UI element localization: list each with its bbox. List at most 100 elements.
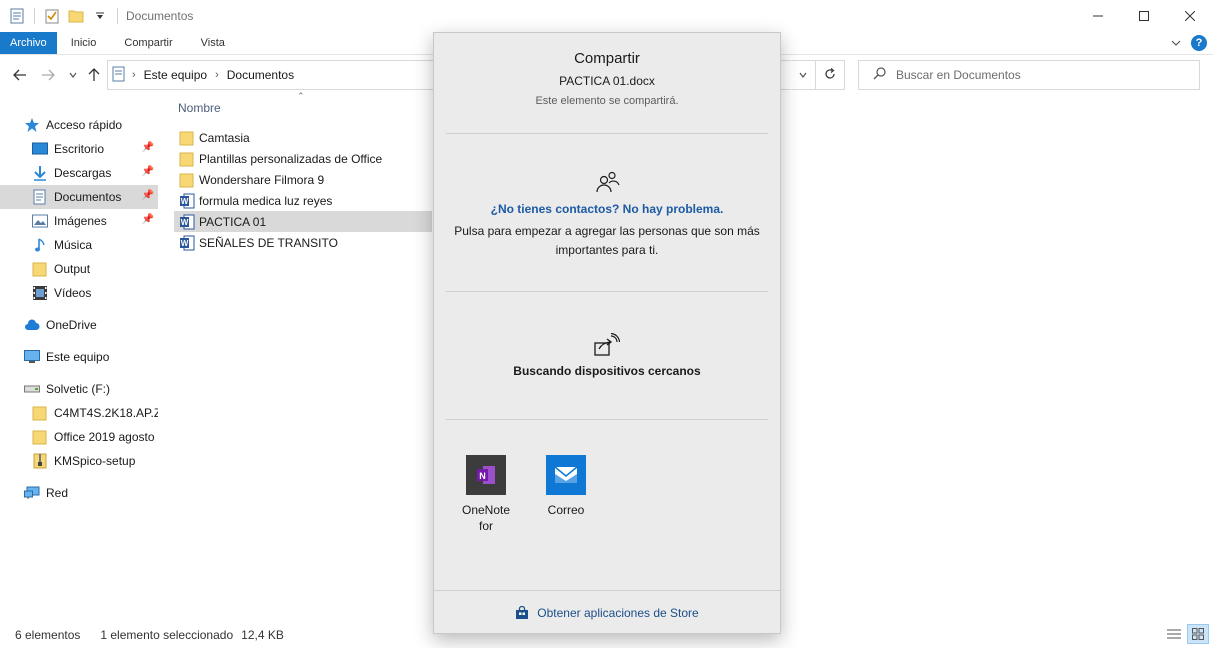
word-document-icon: W — [179, 214, 195, 230]
divider — [434, 590, 780, 591]
share-title: Compartir — [574, 50, 640, 67]
details-view-icon[interactable] — [1163, 624, 1185, 644]
breadcrumb-documentos[interactable]: Documentos — [227, 68, 294, 82]
nav-item-label: Escritorio — [54, 142, 105, 156]
back-arrow-icon[interactable] — [12, 66, 28, 84]
file-name: Camtasia — [199, 130, 250, 145]
recent-locations-icon[interactable] — [65, 66, 81, 84]
help-icon[interactable]: ? — [1191, 35, 1207, 51]
pin-icon[interactable]: 📌 — [142, 142, 154, 153]
pin-icon[interactable]: 📌 — [142, 214, 154, 225]
breadcrumb-este-equipo[interactable]: Este equipo — [144, 68, 207, 82]
zip-icon — [32, 453, 48, 469]
search-box[interactable] — [858, 60, 1200, 90]
folder-icon — [179, 151, 195, 167]
customize-dropdown-icon[interactable] — [91, 7, 109, 25]
contacts-icon[interactable] — [596, 171, 620, 196]
file-row[interactable]: Wondershare Filmora 9 — [174, 169, 432, 190]
new-folder-icon[interactable] — [67, 7, 85, 25]
checkmark-properties-icon[interactable] — [43, 7, 61, 25]
folder-icon — [32, 429, 48, 445]
large-icons-view-icon[interactable] — [1187, 624, 1209, 644]
nav-item-solvetic-drive[interactable]: Solvetic (F:) — [0, 377, 158, 401]
share-filename: PACTICA 01.docx — [559, 74, 655, 88]
sort-ascending-icon: ⌃ — [297, 91, 305, 101]
folder-icon — [179, 172, 195, 188]
nav-item-este-equipo[interactable]: Este equipo — [0, 345, 158, 369]
close-button[interactable] — [1167, 0, 1213, 32]
star-icon — [24, 117, 40, 133]
file-name: formula medica luz reyes — [199, 193, 333, 208]
nav-item-label: Imágenes — [54, 214, 107, 228]
nav-item-label: Descargas — [54, 166, 112, 180]
music-icon — [32, 237, 48, 253]
nav-item-office-2019[interactable]: Office 2019 agosto 2 — [0, 425, 158, 449]
store-link-label: Obtener aplicaciones de Store — [537, 606, 699, 620]
nav-item-imagenes[interactable]: Imágenes 📌 — [0, 209, 158, 233]
nav-item-onedrive[interactable]: OneDrive — [0, 313, 158, 337]
file-row-selected[interactable]: W PACTICA 01 — [174, 211, 432, 232]
nav-item-escritorio[interactable]: Escritorio 📌 — [0, 137, 158, 161]
file-row[interactable]: W SEÑALES DE TRANSITO — [174, 232, 432, 253]
nav-item-descargas[interactable]: Descargas 📌 — [0, 161, 158, 185]
properties-icon[interactable] — [8, 7, 26, 25]
app-label: Correo — [547, 503, 585, 517]
share-app-correo[interactable]: Correo — [536, 455, 596, 518]
share-app-onenote[interactable]: N OneNote for Windows 10 — [456, 455, 516, 534]
contacts-help-text: Pulsa para empezar a agregar las persona… — [454, 224, 760, 257]
nav-item-label: KMSpico-setup — [54, 454, 136, 468]
nav-item-label: Vídeos — [54, 286, 92, 300]
pin-icon[interactable]: 📌 — [142, 190, 154, 201]
video-icon — [32, 285, 48, 301]
file-name: Wondershare Filmora 9 — [199, 172, 325, 187]
forward-arrow-icon[interactable] — [40, 66, 56, 84]
nav-item-label: Música — [54, 238, 93, 252]
selection-info: 1 elemento seleccionado — [100, 628, 234, 642]
no-contacts-link[interactable]: ¿No tienes contactos? No hay problema. — [434, 202, 780, 216]
nav-item-videos[interactable]: Vídeos — [0, 281, 158, 305]
document-icon — [112, 66, 126, 85]
file-row[interactable]: W formula medica luz reyes — [174, 190, 432, 211]
tab-inicio[interactable]: Inicio — [57, 32, 111, 54]
maximize-button[interactable] — [1121, 0, 1167, 32]
nav-item-acceso-rapido[interactable]: Acceso rápido — [0, 113, 158, 137]
expand-ribbon-icon[interactable] — [1171, 36, 1181, 50]
window-controls — [1075, 0, 1213, 32]
item-count: 6 elementos — [15, 628, 81, 642]
tab-archivo[interactable]: Archivo — [0, 32, 57, 54]
nav-item-musica[interactable]: Música — [0, 233, 158, 257]
tab-vista[interactable]: Vista — [187, 32, 239, 54]
nav-item-c4mt4s[interactable]: C4MT4S.2K18.AP.ZE — [0, 401, 158, 425]
file-row[interactable]: Plantillas personalizadas de Office — [174, 148, 432, 169]
nav-item-output[interactable]: Output — [0, 257, 158, 281]
cloud-icon — [24, 317, 40, 333]
address-history-dropdown[interactable] — [790, 60, 814, 90]
chevron-right-icon[interactable]: › — [215, 69, 219, 81]
window-title: Documentos — [126, 9, 194, 23]
nav-item-red[interactable]: Red — [0, 481, 158, 505]
minimize-button[interactable] — [1075, 0, 1121, 32]
file-row[interactable]: Camtasia — [174, 127, 432, 148]
nav-item-label: Acceso rápido — [46, 118, 123, 132]
folder-icon — [179, 130, 195, 146]
svg-text:W: W — [181, 218, 189, 227]
pin-icon[interactable]: 📌 — [142, 166, 154, 177]
nav-item-documentos[interactable]: Documentos 📌 — [0, 185, 158, 209]
chevron-right-icon[interactable]: › — [132, 69, 136, 81]
pictures-icon — [32, 213, 48, 229]
refresh-button[interactable] — [815, 60, 845, 90]
tab-compartir[interactable]: Compartir — [110, 32, 186, 54]
mail-icon — [546, 455, 586, 495]
document-icon — [32, 189, 48, 205]
search-icon — [873, 67, 886, 83]
nav-item-label: Red — [46, 486, 69, 500]
nav-item-kmspico[interactable]: KMSpico-setup — [0, 449, 158, 473]
up-arrow-icon[interactable] — [86, 66, 102, 84]
store-link[interactable]: Obtener aplicaciones de Store — [434, 606, 780, 620]
search-input[interactable] — [896, 68, 1176, 82]
store-bag-icon — [515, 606, 529, 620]
nav-item-label: Office 2019 agosto 2 — [54, 430, 158, 444]
quick-access-toolbar: Documentos — [0, 0, 193, 32]
column-header-nombre[interactable]: Nombre — [178, 101, 221, 115]
svg-text:N: N — [479, 471, 486, 481]
